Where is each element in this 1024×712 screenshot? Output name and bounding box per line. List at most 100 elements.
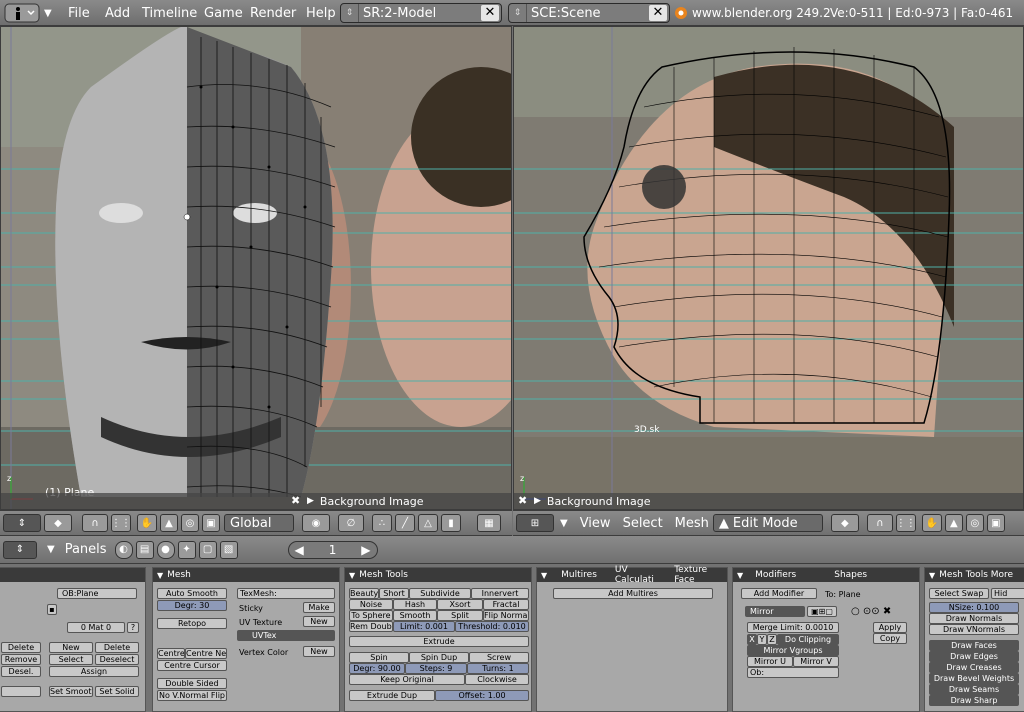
fractal-button[interactable]: Fractal xyxy=(483,599,529,610)
draw-bevel-weights-toggle[interactable]: Draw Bevel Weights xyxy=(929,673,1019,684)
viewport-side[interactable]: 3D.sk z ✖ ▶ Background Image xyxy=(513,26,1024,510)
offset-field[interactable]: Offset: 1.00 xyxy=(435,690,529,701)
material-select-button[interactable]: Select xyxy=(49,654,93,665)
steps-field[interactable]: Steps: 9 xyxy=(405,663,467,674)
mirror-object-field[interactable]: Ob: xyxy=(747,667,839,678)
hand-icon[interactable]: ✋ xyxy=(921,514,942,532)
no-vnormal-flip-toggle[interactable]: No V.Normal Flip xyxy=(157,690,227,701)
scene-delete-button[interactable]: ✕ xyxy=(649,5,667,21)
merge-limit-field[interactable]: Merge Limit: 0.0010 xyxy=(747,622,839,633)
object-name-field[interactable]: OB:Plane xyxy=(57,588,137,599)
close-icon[interactable]: ✖ xyxy=(518,495,530,507)
editor-type-icon[interactable]: ⇕ xyxy=(3,540,37,559)
material-deselect-button[interactable]: Deselect xyxy=(95,654,139,665)
limit-field[interactable]: Limit: 0.001 xyxy=(393,621,455,632)
do-clipping-toggle[interactable]: Do Clipping xyxy=(777,634,839,645)
tab-modifiers[interactable]: Modifiers xyxy=(755,570,796,580)
script-icon[interactable]: ▤ xyxy=(135,540,154,559)
vertex-color-new-button[interactable]: New xyxy=(303,646,335,657)
decrement-icon[interactable]: ◀ xyxy=(295,543,304,557)
extrude-dup-button[interactable]: Extrude Dup xyxy=(349,690,435,701)
layer-icon[interactable]: ∩ xyxy=(866,514,893,532)
scale-icon[interactable]: ◎ xyxy=(181,514,199,532)
short-toggle[interactable]: Short xyxy=(379,588,409,599)
extrude-button[interactable]: Extrude xyxy=(349,636,529,647)
menu-game[interactable]: Game xyxy=(204,0,243,26)
collapse-icon[interactable]: ▼ xyxy=(349,571,355,580)
menu-file[interactable]: File xyxy=(68,0,90,26)
set-solid-button[interactable]: Set Solid xyxy=(95,686,139,697)
innervert-button[interactable]: Innervert xyxy=(471,588,529,599)
modifier-display-toggles[interactable]: ▣⊞▢ xyxy=(807,606,837,617)
tab-uv-calculation[interactable]: UV Calculati xyxy=(615,565,666,585)
scale-icon[interactable]: ◎ xyxy=(965,514,984,532)
rotate-icon[interactable]: ▲ xyxy=(944,514,963,532)
draw-faces-toggle[interactable]: Draw Faces xyxy=(929,640,1019,651)
move-arrows-icon[interactable]: ○ ⊙⊙ ✖ xyxy=(851,606,891,617)
frame-field[interactable]: ◀ 1 ▶ xyxy=(287,540,378,559)
turns-field[interactable]: Turns: 1 xyxy=(467,663,529,674)
collapse-icon[interactable]: ▼ xyxy=(737,571,743,580)
threshold-field[interactable]: Threshold: 0.010 xyxy=(455,621,529,632)
manipulator-icon[interactable]: ▣ xyxy=(986,514,1005,532)
menu-view[interactable]: View xyxy=(580,516,611,531)
face-select-icon[interactable]: △ xyxy=(418,514,438,532)
draw-normals-toggle[interactable]: Draw Normals xyxy=(929,613,1019,624)
header-collapse-icon[interactable]: ▼ xyxy=(47,544,55,555)
tab-texture-face[interactable]: Texture Face xyxy=(674,565,727,585)
clockwise-toggle[interactable]: Clockwise xyxy=(465,674,529,685)
material-index-field[interactable]: 0 Mat 0 xyxy=(67,622,125,633)
tab-multires[interactable]: Multires xyxy=(561,570,597,580)
manipulator-icon[interactable]: ▣ xyxy=(202,514,220,532)
header-collapse-icon[interactable]: ▼ xyxy=(44,0,52,26)
orientation-select[interactable]: Global xyxy=(224,514,294,532)
beauty-toggle[interactable]: Beauty xyxy=(349,588,379,599)
grid-icon[interactable]: ⋮⋮ xyxy=(111,514,131,532)
nsize-field[interactable]: NSize: 0.100 xyxy=(929,602,1019,613)
menu-render[interactable]: Render xyxy=(250,0,296,26)
retopo-toggle[interactable]: Retopo xyxy=(157,618,227,629)
snap-icon[interactable]: ∅ xyxy=(338,514,364,532)
rotate-icon[interactable]: ▲ xyxy=(160,514,178,532)
menu-help[interactable]: Help xyxy=(306,0,336,26)
draw-creases-toggle[interactable]: Draw Creases xyxy=(929,662,1019,673)
menu-timeline[interactable]: Timeline xyxy=(142,0,197,26)
set-smooth-button[interactable]: Set Smooth xyxy=(49,686,93,697)
select-swap-button[interactable]: Select Swap xyxy=(929,588,989,599)
split-button[interactable]: Split xyxy=(437,610,483,621)
axis-y-toggle[interactable]: Y xyxy=(757,634,767,645)
axis-x-toggle[interactable]: X xyxy=(747,634,757,645)
pivot-icon[interactable]: ◆ xyxy=(830,514,859,532)
expand-icon[interactable]: ▶ xyxy=(307,496,314,506)
sticky-make-button[interactable]: Make xyxy=(303,602,335,613)
subdivide-button[interactable]: Subdivide xyxy=(409,588,471,599)
hand-icon[interactable]: ✋ xyxy=(137,514,157,532)
screen-browse-icon[interactable]: ⇕ xyxy=(341,4,359,22)
mode-select[interactable]: ▲ Edit Mode xyxy=(712,514,823,532)
material-delete-button[interactable]: Delete xyxy=(95,642,139,653)
vgroup-delete-button[interactable]: Delete xyxy=(1,642,41,653)
modifier-name-field[interactable]: Mirror xyxy=(745,606,805,617)
viewport-front[interactable]: z (1) Plane ✖ ▶ Background Image xyxy=(0,26,512,510)
collapse-icon[interactable]: ▼ xyxy=(929,571,935,580)
scene-icon[interactable]: ▧ xyxy=(219,540,238,559)
smooth-button[interactable]: Smooth xyxy=(393,610,437,621)
layer-icon[interactable]: ∩ xyxy=(82,514,108,532)
noise-button[interactable]: Noise xyxy=(349,599,393,610)
degr-field[interactable]: Degr: 30 xyxy=(157,600,227,611)
screen-selector[interactable]: ⇕ SR:2-Model ✕ xyxy=(340,3,502,23)
editor-type-icon[interactable]: ⊞ xyxy=(516,514,554,532)
pivot-icon[interactable]: ◆ xyxy=(44,514,72,532)
expand-icon[interactable]: ▶ xyxy=(534,496,541,506)
draw-vnormals-toggle[interactable]: Draw VNormals xyxy=(929,624,1019,635)
editing-icon[interactable]: ▢ xyxy=(198,540,217,559)
mirror-vgroups-toggle[interactable]: Mirror Vgroups xyxy=(747,645,839,656)
render-icon[interactable]: ▦ xyxy=(477,514,501,532)
proportional-icon[interactable]: ◉ xyxy=(302,514,330,532)
add-modifier-button[interactable]: Add Modifier xyxy=(741,588,817,599)
uv-texture-new-button[interactable]: New xyxy=(303,616,335,627)
collapse-icon[interactable]: ▼ xyxy=(541,571,547,580)
xsort-button[interactable]: Xsort xyxy=(437,599,483,610)
object-icon[interactable]: ✦ xyxy=(177,540,196,559)
auto-smooth-toggle[interactable]: Auto Smooth xyxy=(157,588,227,599)
